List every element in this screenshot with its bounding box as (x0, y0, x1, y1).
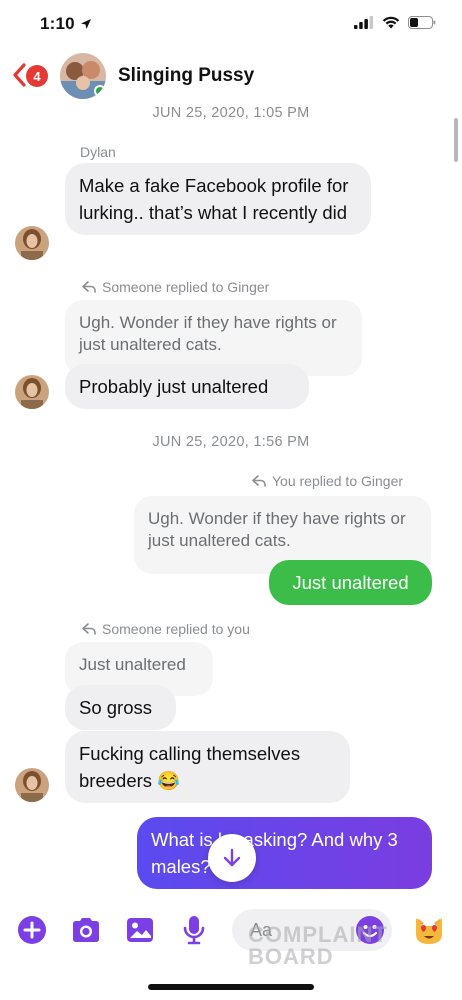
heart-eyes-cat-icon[interactable] (413, 914, 445, 946)
arrow-down-icon (223, 848, 241, 867)
image-icon[interactable] (124, 914, 156, 946)
message-bubble[interactable]: Probably just unaltered (65, 364, 309, 409)
avatar[interactable] (15, 226, 49, 260)
location-arrow-icon (81, 19, 91, 29)
emoji-smile-icon[interactable] (354, 914, 386, 946)
microphone-icon[interactable] (178, 914, 210, 946)
avatar[interactable] (15, 375, 49, 409)
home-indicator[interactable] (148, 984, 314, 990)
sender-name: Dylan (80, 144, 116, 160)
reply-arrow-icon (82, 281, 96, 293)
reply-arrow-icon (82, 623, 96, 635)
status-time: 1:10 (40, 14, 75, 33)
reply-indicator-text: Someone replied to Ginger (102, 279, 270, 295)
timestamp: JUN 25, 2020, 1:56 PM (152, 434, 310, 450)
reply-arrow-icon (252, 475, 266, 487)
person-photo-icon (15, 375, 49, 409)
person-photo-icon (15, 226, 49, 260)
status-bar: 1:10 (0, 0, 462, 50)
conversation-header: 4 Slinging Pussy (0, 50, 462, 102)
unread-count-badge[interactable]: 4 (26, 65, 48, 87)
battery-low-icon (408, 16, 436, 29)
timestamp: JUN 25, 2020, 1:05 PM (152, 105, 310, 121)
online-indicator (94, 85, 106, 97)
scrollbar[interactable] (454, 118, 458, 162)
camera-icon[interactable] (70, 914, 102, 946)
reply-indicator-text: Someone replied to you (102, 621, 250, 637)
message-composer (0, 900, 462, 962)
reply-indicator: Someone replied to Ginger (82, 279, 269, 295)
wifi-icon (382, 16, 400, 29)
person-photo-icon (15, 768, 49, 802)
message-bubble-outgoing[interactable]: What is he asking? And why 3 males? (137, 817, 432, 889)
avatar[interactable] (15, 768, 49, 802)
conversation-title[interactable]: Slinging Pussy (118, 65, 254, 87)
message-bubble-outgoing[interactable]: Just unaltered (269, 560, 432, 605)
status-icons (354, 16, 436, 29)
reply-indicator-text: You replied to Ginger (272, 473, 404, 489)
reply-indicator: Someone replied to you (82, 621, 250, 637)
reply-indicator: You replied to Ginger (252, 473, 403, 489)
message-bubble[interactable]: So gross (65, 685, 176, 730)
message-bubble[interactable]: Make a fake Facebook profile for lurking… (65, 163, 371, 235)
cellular-signal-icon (354, 16, 374, 29)
group-avatar[interactable] (60, 53, 106, 99)
scroll-to-bottom-button[interactable] (208, 834, 256, 882)
plus-circle-icon[interactable] (16, 914, 48, 946)
message-bubble[interactable]: Fucking calling themselves breeders 😂 (65, 731, 350, 803)
